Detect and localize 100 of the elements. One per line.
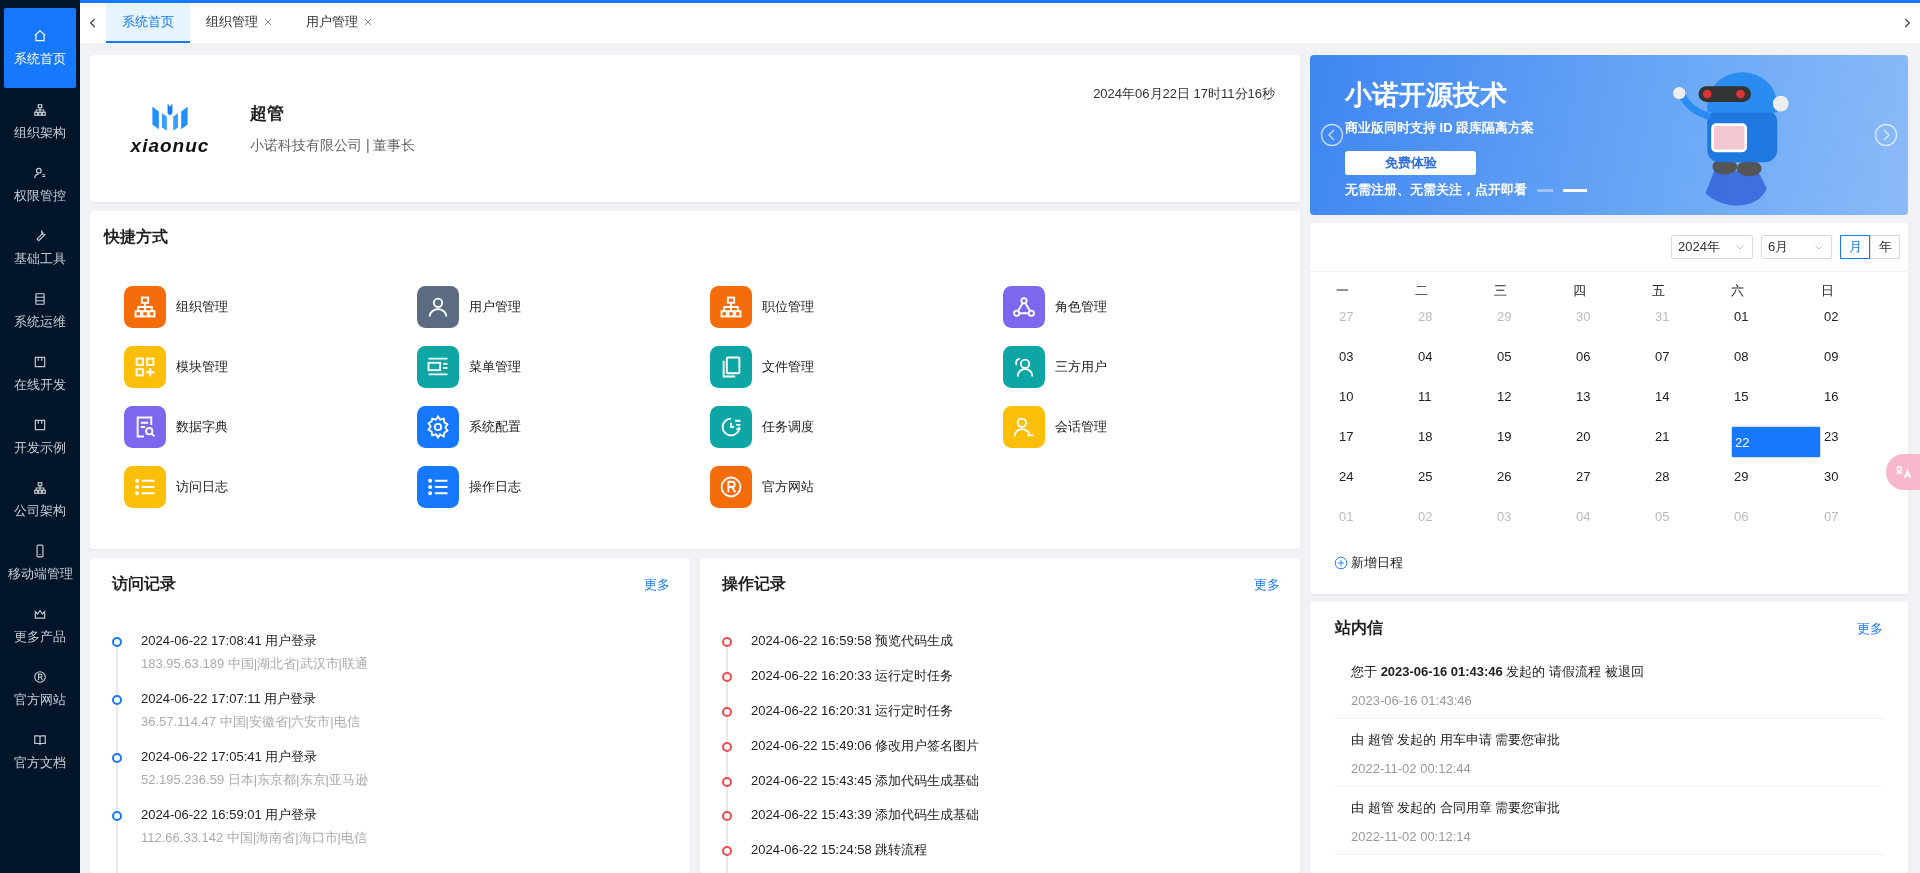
calendar-day[interactable]: 18 — [1415, 426, 1436, 447]
message-text[interactable]: 您于 2023-06-16 01:43:46 发起的 请假流程 被退回 — [1351, 663, 1883, 681]
shortcut-link[interactable]: 数据字典 — [124, 406, 228, 448]
timeline-dot — [112, 694, 122, 705]
home-icon — [33, 28, 47, 43]
calendar-day[interactable]: 23 — [1821, 426, 1842, 447]
calendar-day[interactable]: 30 — [1821, 466, 1842, 487]
card-title: 快捷方式 — [104, 227, 169, 247]
calendar-day[interactable]: 02 — [1821, 306, 1842, 327]
server-icon — [33, 292, 47, 306]
log-entry: 2024-06-22 17:05:41 用户登录 — [141, 748, 319, 766]
calendar-day[interactable]: 21 — [1652, 426, 1673, 447]
shortcut-link[interactable]: 系统配置 — [417, 406, 521, 448]
calendar-day[interactable]: 07 — [1652, 346, 1673, 367]
sidebar-item[interactable]: 官方网站 — [4, 661, 76, 718]
view-toggle[interactable]: 年 — [1870, 235, 1900, 259]
sidebar-item[interactable]: 公司架构 — [4, 472, 76, 529]
calendar-day[interactable]: 12 — [1494, 386, 1515, 407]
timeline-dot — [722, 846, 732, 857]
log-entry: 2024-06-22 15:24:58 跳转流程 — [751, 842, 928, 860]
add-event-link[interactable]: 新增日程 — [1310, 546, 1427, 594]
shortcut-link[interactable]: 组织管理 — [124, 286, 228, 328]
shortcut-link[interactable]: 任务调度 — [710, 406, 814, 448]
message-text[interactable]: 由 超管 发起的 用车申请 需要您审批 — [1351, 731, 1883, 749]
calendar-day[interactable]: 13 — [1573, 386, 1594, 407]
log-entry: 2024-06-22 15:49:06 修改用户签名图片 — [751, 737, 980, 755]
more-link[interactable]: 更多 — [1254, 575, 1280, 594]
shortcut-link[interactable]: 三方用户 — [1003, 346, 1107, 388]
tab[interactable]: 组织管理 — [190, 3, 290, 43]
calendar-day[interactable]: 06 — [1573, 346, 1594, 367]
calendar-day[interactable]: 20 — [1573, 426, 1594, 447]
shortcut-link[interactable]: 操作日志 — [417, 466, 521, 508]
more-link[interactable]: 更多 — [644, 575, 670, 594]
close-icon[interactable] — [362, 16, 374, 28]
calendar-day[interactable]: 10 — [1336, 386, 1357, 407]
calendar-day[interactable]: 24 — [1336, 466, 1357, 487]
calendar-day[interactable]: 22 — [1731, 426, 1821, 458]
sidebar-item[interactable]: 基础工具 — [4, 220, 76, 277]
timeline-dot — [112, 810, 122, 821]
tab[interactable]: 系统首页 — [106, 3, 190, 43]
sidebar-item[interactable]: 组织架构 — [4, 94, 76, 151]
month-select[interactable]: 6月 — [1761, 235, 1832, 259]
shortcut-link[interactable]: 职位管理 — [710, 286, 814, 328]
calendar-day[interactable]: 29 — [1731, 466, 1752, 487]
shortcut-link[interactable]: 角色管理 — [1003, 286, 1107, 328]
carousel-indicator[interactable] — [1537, 188, 1553, 192]
calendar-day[interactable]: 28 — [1652, 466, 1673, 487]
shortcut-link[interactable]: 会话管理 — [1003, 406, 1107, 448]
sidebar-item[interactable]: 移动端管理 — [4, 535, 76, 592]
view-toggle[interactable]: 月 — [1840, 235, 1870, 259]
shortcut-link[interactable]: 官方网站 — [710, 466, 814, 508]
calendar-day[interactable]: 14 — [1652, 386, 1673, 407]
message-text[interactable]: 由 超管 发起的 合同用章 需要您审批 — [1351, 799, 1883, 817]
year-select[interactable]: 2024年 — [1671, 235, 1753, 259]
calendar-day[interactable]: 04 — [1415, 346, 1436, 367]
sidebar-item[interactable]: 更多产品 — [4, 598, 76, 655]
calendar-day[interactable]: 03 — [1336, 346, 1357, 367]
log-detail: 52.195.236.59 日本|东京都|东京|亚马逊 — [141, 770, 368, 789]
shortcut-link[interactable]: 访问日志 — [124, 466, 228, 508]
calendar-day[interactable]: 27 — [1573, 466, 1594, 487]
shortcut-link[interactable]: 菜单管理 — [417, 346, 521, 388]
calendar-day[interactable]: 08 — [1731, 346, 1752, 367]
sidebar-item[interactable]: 系统运维 — [4, 283, 76, 340]
message-time: 2022-11-02 00:12:14 — [1351, 829, 1472, 844]
sidebar-item[interactable]: 在线开发 — [4, 346, 76, 403]
weekday-label: 三 — [1494, 282, 1508, 300]
calendar-day[interactable]: 26 — [1494, 466, 1515, 487]
shortcut-link[interactable]: 文件管理 — [710, 346, 814, 388]
calendar-day[interactable]: 01 — [1731, 306, 1752, 327]
shortcut-link[interactable]: 用户管理 — [417, 286, 521, 328]
sidebar-item[interactable]: 系统首页 — [4, 8, 76, 88]
translate-button[interactable] — [1886, 454, 1920, 490]
sidebar-item[interactable]: 开发示例 — [4, 409, 76, 466]
calendar-day[interactable]: 19 — [1494, 426, 1515, 447]
window-icon — [33, 355, 47, 369]
tab[interactable]: 用户管理 — [290, 3, 390, 43]
timeline-dot — [722, 671, 732, 682]
calendar-day[interactable]: 11 — [1415, 386, 1435, 407]
message-time: 2022-11-02 00:12:44 — [1351, 761, 1472, 776]
calendar-day[interactable]: 15 — [1731, 386, 1752, 407]
org-chart-icon — [33, 103, 47, 117]
calendar-day[interactable]: 05 — [1494, 346, 1515, 367]
shortcut-link[interactable]: 模块管理 — [124, 346, 228, 388]
free-trial-button[interactable]: 免费体验 — [1345, 151, 1476, 175]
user-icon — [33, 166, 47, 180]
calendar-day[interactable]: 17 — [1336, 426, 1357, 447]
logo-text: xiaonuc — [130, 134, 210, 157]
org-chart-icon — [33, 481, 47, 495]
carousel-indicator[interactable] — [1563, 188, 1587, 192]
weekday-label: 六 — [1731, 282, 1745, 300]
more-link[interactable]: 更多 — [1857, 619, 1883, 638]
close-icon[interactable] — [262, 16, 274, 28]
calendar-day[interactable]: 09 — [1821, 346, 1842, 367]
registered-icon — [33, 670, 47, 684]
message-time: 2023-06-16 01:43:46 — [1351, 693, 1473, 708]
calendar-day[interactable]: 16 — [1821, 386, 1842, 407]
sidebar-item[interactable]: 官方文档 — [4, 724, 76, 781]
calendar-day[interactable]: 25 — [1415, 466, 1436, 487]
sidebar-item[interactable]: 权限管控 — [4, 157, 76, 214]
banner-title: 小诺开源技术 — [1345, 79, 1508, 112]
